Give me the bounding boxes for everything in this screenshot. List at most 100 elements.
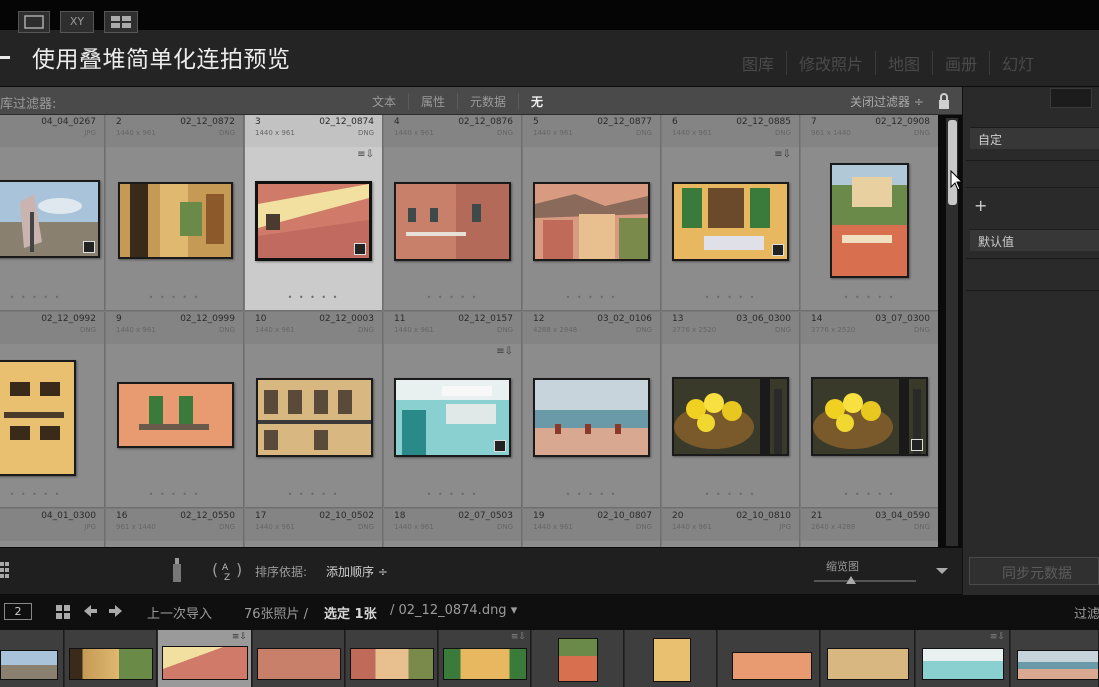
filmstrip-cell[interactable]	[821, 630, 915, 687]
module-slideshow[interactable]: 幻灯	[990, 51, 1046, 75]
grid-cell[interactable]: 11 02_12_0157 1440 x 961 DNG ≡⇩ • • • • …	[384, 312, 522, 508]
grid-cell[interactable]: 21 03_04_0590 2640 x 4288 DNG	[801, 509, 938, 547]
sort-dropdown[interactable]: 添加顺序 ÷	[326, 563, 388, 580]
grid-cell[interactable]: 04_01_0300 JPG	[0, 509, 105, 547]
compare-view-button[interactable]: XY	[60, 11, 94, 33]
rating-stars[interactable]: • • • • •	[801, 293, 938, 302]
filmstrip-cell[interactable]	[532, 630, 624, 687]
photo-thumbnail[interactable]	[0, 180, 100, 258]
grid-cell[interactable]: 17 02_10_0502 1440 x 961 DNG	[245, 509, 383, 547]
grid-cell[interactable]: 2 02_12_0872 1440 x 961 DNG • • • • •	[106, 115, 244, 311]
grid-cell[interactable]: 20 02_10_0810 1440 x 961 JPG	[662, 509, 800, 547]
filter-close-dropdown[interactable]: 关闭过滤器 ÷	[850, 93, 924, 110]
stack-icon[interactable]: ≡⇩	[496, 346, 513, 357]
grid-cell[interactable]: 13 03_06_0300 3776 x 2520 DNG • • • • •	[662, 312, 800, 508]
filmstrip-cell[interactable]	[253, 630, 345, 687]
rating-stars[interactable]: • • • • •	[523, 293, 660, 302]
photo-thumbnail[interactable]	[0, 360, 76, 476]
photo-thumbnail[interactable]	[117, 382, 234, 448]
grid-cell[interactable]: 4 02_12_0876 1440 x 961 DNG • • • • •	[384, 115, 522, 311]
spray-can-icon[interactable]	[170, 556, 184, 584]
photo-thumbnail[interactable]	[672, 377, 789, 456]
stack-icon[interactable]: ≡⇩	[774, 149, 791, 160]
survey-view-button[interactable]	[104, 11, 138, 33]
rating-stars[interactable]: • • • • •	[106, 490, 243, 499]
grid-cell[interactable]: 02_12_0992 DNG • • • • •	[0, 312, 105, 508]
sync-metadata-button[interactable]: 同步元数据	[969, 557, 1099, 585]
grid-cell[interactable]: 9 02_12_0999 1440 x 961 DNG • • • • •	[106, 312, 244, 508]
rating-stars[interactable]: • • • • •	[106, 293, 243, 302]
grid-cell[interactable]: 16 02_12_0550 961 x 1440 DNG	[106, 509, 244, 547]
grid-cell[interactable]: 14 03_07_0300 3776 x 2520 DNG • • • • •	[801, 312, 938, 508]
filter-none[interactable]: 无	[519, 93, 555, 110]
photo-thumbnail[interactable]	[533, 378, 650, 457]
rating-stars[interactable]: • • • • •	[662, 490, 799, 499]
filter-attribute[interactable]: 属性	[409, 93, 459, 110]
photo-thumbnail[interactable]	[811, 377, 928, 456]
grid-cell[interactable]: 10 02_12_0003 1440 x 961 DNG • • • • •	[245, 312, 383, 508]
back-arrow-icon[interactable]	[82, 603, 98, 619]
rating-stars[interactable]: • • • • •	[801, 490, 938, 499]
filmstrip-cell[interactable]: ≡⇩	[916, 630, 1010, 687]
filmstrip-cell[interactable]	[346, 630, 438, 687]
filmstrip-cell[interactable]	[65, 630, 157, 687]
sort-direction-icon[interactable]: ( A Z )	[212, 558, 246, 582]
rating-stars[interactable]: • • • • •	[662, 293, 799, 302]
grid-cell[interactable]: 5 02_12_0877 1440 x 961 DNG • • • • •	[523, 115, 661, 311]
filmstrip-cell[interactable]	[718, 630, 820, 687]
photo-thumbnail[interactable]	[394, 378, 511, 457]
grid-cell[interactable]: 6 02_12_0885 1440 x 961 DNG ≡⇩ • • • • •	[662, 115, 800, 311]
rating-stars[interactable]: • • • • •	[0, 293, 104, 302]
grid-cell[interactable]: 04_04_0267 JPG • • • • •	[0, 115, 105, 311]
rating-stars[interactable]: • • • • •	[0, 490, 104, 499]
default-value-dropdown[interactable]: 默认值	[970, 229, 1099, 251]
photo-thumbnail[interactable]	[394, 182, 511, 261]
grid-view-icon[interactable]	[0, 560, 10, 580]
photo-thumbnail[interactable]	[533, 182, 650, 261]
source-label[interactable]: 上一次导入	[147, 603, 212, 622]
cell-filename: 03_07_0300	[875, 314, 930, 324]
loupe-view-button[interactable]	[18, 11, 50, 33]
photo-thumbnail[interactable]	[830, 163, 909, 278]
filter-text[interactable]: 文本	[360, 93, 410, 110]
module-map[interactable]: 地图	[876, 51, 934, 75]
rating-stars[interactable]: • • • • •	[245, 293, 382, 302]
rating-stars[interactable]: • • • • •	[384, 293, 521, 302]
filter-metadata[interactable]: 元数据	[458, 93, 520, 110]
grid-cell[interactable]: 18 02_07_0503 1440 x 961 DNG	[384, 509, 522, 547]
module-library[interactable]: 图库	[730, 51, 788, 75]
lock-icon[interactable]	[937, 92, 951, 110]
grid-cell-selected[interactable]: 3 02_12_0874 1440 x 961 DNG ≡⇩ • • • • •	[245, 115, 383, 311]
filmstrip-cell[interactable]	[0, 630, 64, 687]
grid-cell[interactable]: 7 02_12_0908 961 x 1440 DNG • • • • •	[801, 115, 938, 311]
thumbnail-size-slider[interactable]	[814, 580, 916, 582]
module-develop[interactable]: 修改照片	[787, 51, 877, 75]
filmstrip-cell-selected[interactable]: ≡⇩	[158, 630, 252, 687]
add-button[interactable]: +	[974, 196, 987, 215]
filmstrip-cell[interactable]: ≡⇩	[439, 630, 531, 687]
grid-view-filmstrip-icon[interactable]	[55, 604, 71, 620]
photo-thumbnail[interactable]	[672, 182, 789, 261]
rating-stars[interactable]: • • • • •	[384, 490, 521, 499]
secondary-display-button[interactable]: 2	[4, 603, 32, 620]
rating-stars[interactable]: • • • • •	[523, 490, 660, 499]
photo-thumbnail[interactable]	[256, 378, 373, 457]
stack-icon[interactable]: ≡⇩	[357, 149, 374, 160]
filmstrip-filter-label[interactable]: 过滤	[1074, 603, 1099, 622]
forward-arrow-icon[interactable]	[108, 603, 124, 619]
grid-scrollbar-thumb[interactable]	[948, 120, 957, 205]
grid-cell[interactable]: 19 02_10_0807 1440 x 961 DNG	[523, 509, 661, 547]
toolbar-menu-chevron-icon[interactable]	[935, 566, 949, 576]
grid-cell[interactable]: 12 03_02_0106 4288 x 2848 DNG • • • • •	[523, 312, 661, 508]
photo-thumbnail[interactable]	[118, 182, 233, 259]
filmstrip-cell[interactable]	[1011, 630, 1099, 687]
cell-ext: DNG	[496, 129, 513, 137]
filmstrip-cell[interactable]	[625, 630, 717, 687]
rating-stars[interactable]: • • • • •	[245, 490, 382, 499]
preset-dropdown[interactable]: 自定	[970, 127, 1099, 149]
panel-collapse-dash[interactable]	[0, 56, 10, 59]
photo-thumbnail[interactable]	[255, 181, 372, 261]
module-book[interactable]: 画册	[933, 51, 991, 75]
thumbnail-size-slider-knob[interactable]	[846, 576, 856, 584]
selected-file-path[interactable]: / 02_12_0874.dng ▾	[390, 603, 517, 618]
